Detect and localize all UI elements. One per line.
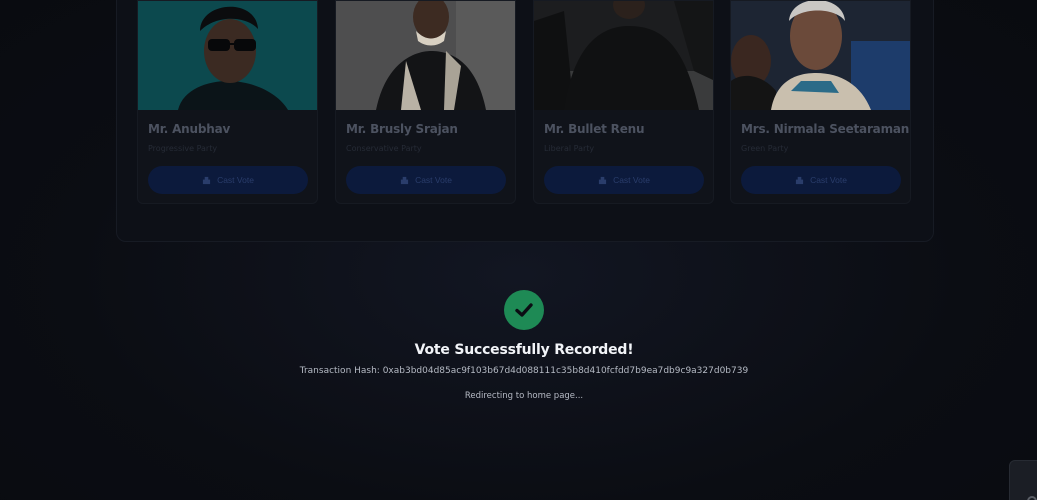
candidate-list: Mr. Anubhav Progressive Party Cast Vote xyxy=(137,0,912,205)
success-title: Vote Successfully Recorded! xyxy=(414,342,634,358)
candidate-card: Mr. Anubhav Progressive Party Cast Vote xyxy=(137,0,318,204)
ballot-box-icon xyxy=(400,176,409,184)
candidate-name: Mr. Anubhav xyxy=(148,122,231,136)
candidate-party: Liberal Party xyxy=(544,144,595,153)
cast-vote-label: Cast Vote xyxy=(415,175,452,185)
candidate-party: Green Party xyxy=(741,144,789,153)
candidate-name: Mr. Brusly Srajan xyxy=(346,122,458,136)
ballot-box-icon xyxy=(598,176,607,184)
redirect-notice: Redirecting to home page... xyxy=(464,391,584,401)
candidate-party: Conservative Party xyxy=(346,144,422,153)
candidate-name: Mrs. Nirmala Seetaraman xyxy=(741,122,910,136)
cast-vote-label: Cast Vote xyxy=(613,175,650,185)
floating-widget-button[interactable] xyxy=(1009,460,1037,500)
cast-vote-button[interactable]: Cast Vote xyxy=(741,166,901,194)
cast-vote-label: Cast Vote xyxy=(810,175,847,185)
candidate-party: Progressive Party xyxy=(148,144,218,153)
transaction-hash: Transaction Hash: 0xab3bd04d85ac9f103b67… xyxy=(299,366,749,376)
candidate-photo xyxy=(534,1,713,110)
cast-vote-label: Cast Vote xyxy=(217,175,254,185)
cast-vote-button[interactable]: Cast Vote xyxy=(148,166,308,194)
cast-vote-button[interactable]: Cast Vote xyxy=(544,166,704,194)
candidate-photo xyxy=(336,1,515,110)
ballot-box-icon xyxy=(795,176,804,184)
widget-icon xyxy=(1027,496,1037,500)
candidate-card: Mrs. Nirmala Seetaraman Green Party Cast… xyxy=(730,0,911,204)
candidate-photo xyxy=(138,1,317,110)
cast-vote-button[interactable]: Cast Vote xyxy=(346,166,506,194)
check-circle-icon xyxy=(504,290,544,330)
candidate-name: Mr. Bullet Renu xyxy=(544,122,645,136)
ballot-box-icon xyxy=(202,176,211,184)
candidate-photo xyxy=(731,1,910,110)
candidate-card: Mr. Bullet Renu Liberal Party Cast Vote xyxy=(533,0,714,204)
candidate-card: Mr. Brusly Srajan Conservative Party Cas… xyxy=(335,0,516,204)
page: Mr. Anubhav Progressive Party Cast Vote xyxy=(0,0,1037,500)
